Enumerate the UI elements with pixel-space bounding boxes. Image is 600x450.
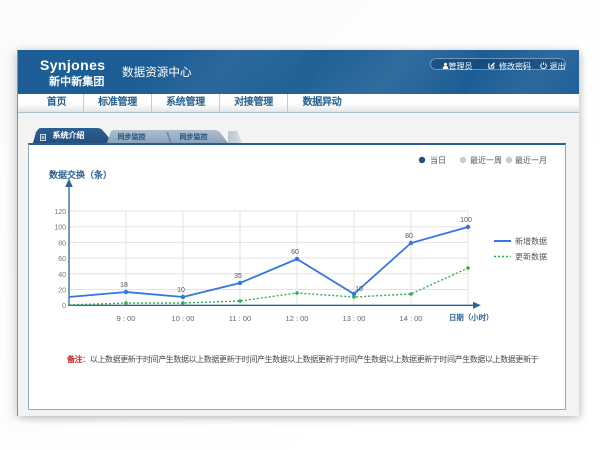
- svg-text:最近一周: 最近一周: [470, 155, 502, 165]
- svg-text:40: 40: [58, 272, 66, 279]
- svg-text:10: 10: [355, 286, 363, 293]
- svg-text:20: 20: [58, 288, 66, 295]
- svg-text:11 : 00: 11 : 00: [229, 314, 251, 323]
- svg-text:80: 80: [405, 233, 413, 240]
- svg-text:9 : 00: 9 : 00: [117, 314, 136, 323]
- svg-text:60: 60: [58, 256, 66, 263]
- svg-text:80: 80: [58, 240, 66, 247]
- svg-text:100: 100: [460, 217, 472, 224]
- svg-text:数据交换（条）: 数据交换（条）: [49, 169, 112, 180]
- svg-text:12 : 00: 12 : 00: [286, 314, 309, 323]
- svg-text:10 : 00: 10 : 00: [172, 314, 195, 323]
- svg-text:14 : 00: 14 : 00: [400, 314, 423, 323]
- svg-text:0: 0: [62, 303, 66, 310]
- svg-text:新增数据: 新增数据: [515, 236, 547, 246]
- svg-text:18: 18: [120, 282, 128, 289]
- svg-text:60: 60: [291, 249, 299, 256]
- svg-text:日期（小时）: 日期（小时）: [449, 313, 493, 322]
- svg-text:当日: 当日: [430, 155, 446, 165]
- svg-text:120: 120: [54, 209, 66, 216]
- svg-text:35: 35: [234, 273, 242, 280]
- svg-text:更新数据: 更新数据: [515, 252, 547, 262]
- svg-text:10: 10: [177, 287, 185, 294]
- svg-text:13 : 00: 13 : 00: [343, 314, 366, 323]
- svg-text:100: 100: [54, 225, 66, 232]
- svg-text:最近一月: 最近一月: [515, 155, 547, 165]
